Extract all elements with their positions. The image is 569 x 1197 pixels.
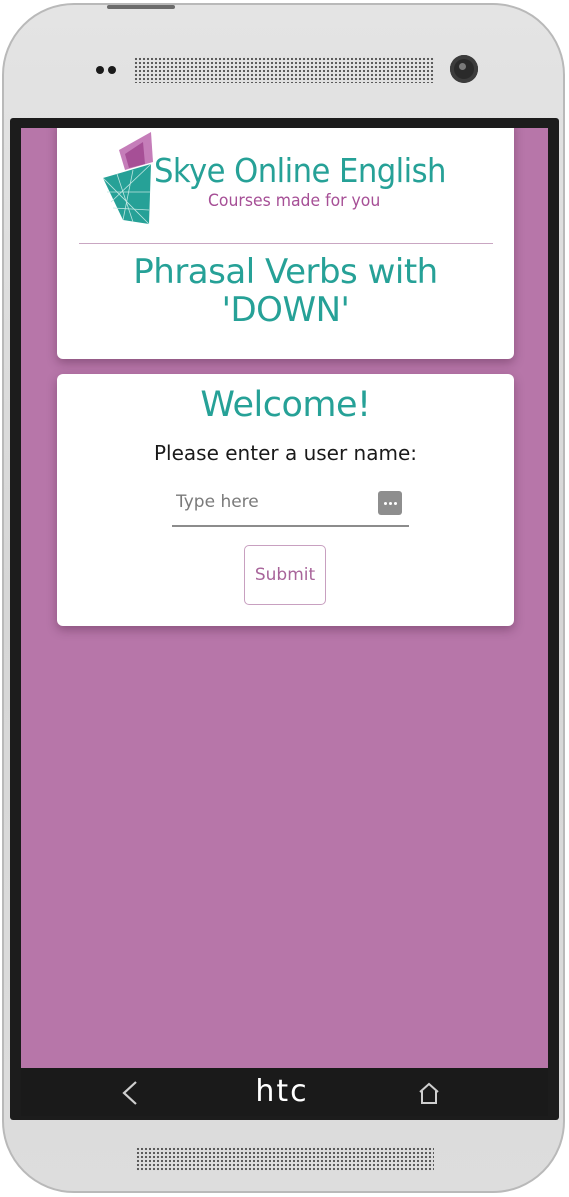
- welcome-heading: Welcome!: [200, 385, 371, 425]
- htc-brand-label: htc: [255, 1074, 309, 1109]
- username-prompt: Please enter a user name:: [153, 441, 418, 465]
- bottom-speaker-grille: [136, 1147, 434, 1171]
- top-speaker-grille: [134, 57, 434, 83]
- header-divider: [79, 243, 493, 244]
- more-dots-icon[interactable]: [378, 491, 402, 515]
- power-button: [107, 5, 175, 9]
- device-nav-bar: htc: [21, 1068, 548, 1116]
- app-screen: Skye Online English Courses made for you…: [21, 128, 548, 1068]
- username-input[interactable]: [176, 488, 371, 516]
- logo: Skye Online English Courses made for you: [103, 132, 483, 228]
- sensor-dot: [96, 66, 104, 74]
- back-chevron-icon[interactable]: [119, 1080, 141, 1106]
- page-title: Phrasal Verbs with 'DOWN': [133, 252, 438, 330]
- logo-tagline: Courses made for you: [208, 191, 381, 211]
- logo-title: Skye Online English: [154, 151, 446, 190]
- home-icon[interactable]: [417, 1081, 441, 1105]
- sensor-dot: [108, 66, 116, 74]
- header-card: Skye Online English Courses made for you…: [57, 128, 514, 359]
- front-camera-icon: [450, 55, 478, 83]
- welcome-card: Welcome! Please enter a user name: Submi…: [57, 374, 514, 626]
- submit-button[interactable]: Submit: [244, 545, 326, 605]
- username-field: [172, 481, 409, 527]
